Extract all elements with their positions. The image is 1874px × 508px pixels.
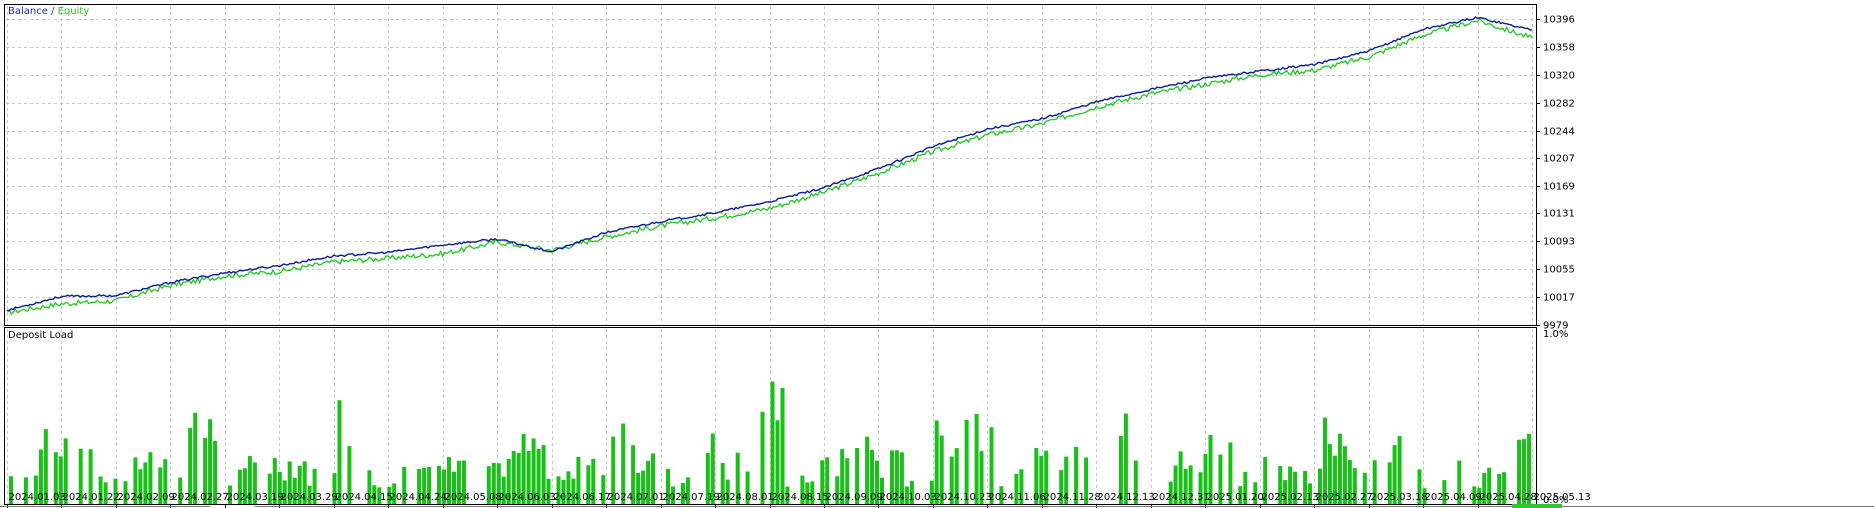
scroll-thumb[interactable]: [1512, 504, 1562, 508]
x-tick-label: 2024.05.08: [445, 492, 502, 503]
balance-series-line: [6, 16, 1533, 312]
x-tick-label: 2024.11.06: [989, 492, 1046, 503]
x-tick-label: 2024.01.03: [9, 492, 66, 503]
deposit-load-bar: [770, 381, 775, 504]
x-tick-label: 2024.12.31: [1153, 492, 1210, 503]
y-tick-label: 10358: [1543, 43, 1575, 54]
legend-separator: /: [48, 6, 58, 17]
deposit-load-bar: [193, 412, 198, 504]
x-tick-label: 2024.06.17: [554, 492, 611, 503]
chart-area: 9979100171005510093101311016910207102441…: [0, 4, 1874, 508]
load-max-label: 1.0%: [1543, 329, 1568, 340]
x-tick-label: 2024.08.01: [717, 492, 774, 503]
legend-balance: Balance: [8, 6, 48, 17]
deposit-load-bar: [760, 411, 765, 504]
y-tick-label: 10282: [1543, 99, 1575, 110]
y-tick-label: 10017: [1543, 293, 1575, 304]
x-tick-label: 2024.11.28: [1044, 492, 1101, 503]
x-tick-label: 2024.06.03: [499, 492, 556, 503]
y-tick-label: 10320: [1543, 71, 1575, 82]
x-tick-label: 2024.08.15: [772, 492, 829, 503]
x-tick-label: 2025.02.13: [1262, 492, 1319, 503]
y-tick-label: 10131: [1543, 209, 1575, 220]
x-tick-label: 2024.10.03: [880, 492, 937, 503]
x-tick-label: 2024.12.13: [1098, 492, 1155, 503]
x-tick-label: 2024.09.09: [826, 492, 883, 503]
y-tick-label: 10055: [1543, 265, 1575, 276]
x-tick-label: 2025.01.20: [1207, 492, 1264, 503]
x-tick-label: 2024.02.27: [172, 492, 229, 503]
x-tick-label: 2025.04.09: [1425, 492, 1482, 503]
y-tick-label: 10169: [1543, 182, 1575, 193]
y-tick-label: 10207: [1543, 154, 1575, 165]
deposit-load-title: Deposit Load: [8, 330, 73, 341]
deposit-load-bar: [974, 413, 979, 504]
x-tick-label: 2024.02.09: [118, 492, 175, 503]
legend: Balance / Equity: [8, 6, 89, 17]
y-tick-label: 10244: [1543, 127, 1575, 138]
x-tick-label: 2024.03.29: [281, 492, 338, 503]
legend-equity: Equity: [58, 6, 90, 17]
y-tick-label: 10093: [1543, 237, 1575, 248]
x-tick-label: 2025.02.27: [1316, 492, 1373, 503]
deposit-load-bar: [780, 388, 785, 504]
y-tick-label: 10396: [1543, 15, 1575, 26]
axis-labels: 9979100171005510093101311016910207102441…: [7, 15, 1591, 508]
x-tick-label: 2024.10.23: [935, 492, 992, 503]
x-tick-label: 2024.03.19: [227, 492, 284, 503]
deposit-load-bar: [337, 400, 342, 504]
x-tick-label: 2024.01.22: [63, 492, 120, 503]
x-tick-label: 2025.04.28: [1480, 492, 1537, 503]
deposit-load-bar: [1123, 413, 1128, 504]
x-tick-label: 2024.04.15: [336, 492, 393, 503]
x-tick-label: 2024.07.01: [608, 492, 665, 503]
x-tick-label: 2024.07.19: [663, 492, 720, 503]
x-tick-label: 2025.03.18: [1371, 492, 1428, 503]
x-tick-label: 2024.04.24: [390, 492, 447, 503]
